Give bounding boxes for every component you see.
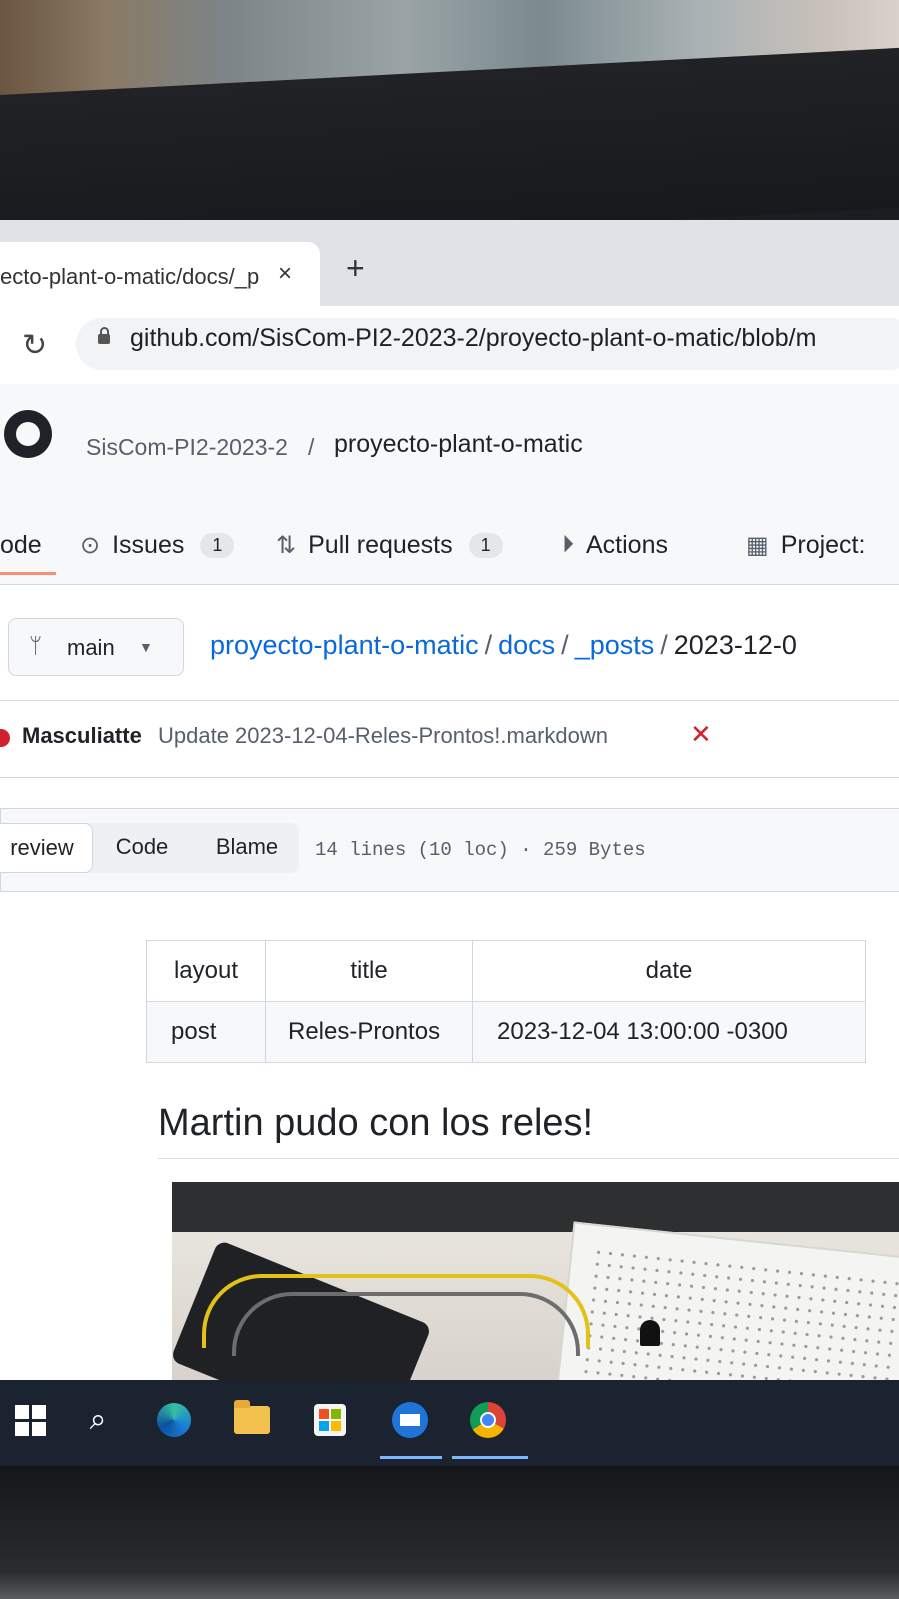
issues-counter: 1 bbox=[200, 532, 235, 558]
chrome-icon[interactable] bbox=[466, 1398, 510, 1442]
page-heading: Martin pudo con los reles! bbox=[158, 1102, 594, 1144]
tab-code-view[interactable]: Code bbox=[97, 823, 187, 871]
monitor-bezel-bottom bbox=[0, 1466, 899, 1599]
reload-icon[interactable]: ↻ bbox=[22, 328, 47, 363]
browser-tab[interactable]: ecto-plant-o-matic/docs/_p × bbox=[0, 242, 320, 306]
file-toolbar: review Code Blame 14 lines (10 loc) · 25… bbox=[0, 808, 899, 892]
tab-code-label: ode bbox=[0, 530, 42, 559]
repo-header: SisCom-PI2-2023-2 / proyecto-plant-o-mat… bbox=[0, 384, 899, 585]
tab-actions[interactable]: ⏵ Actions bbox=[562, 522, 668, 568]
git-branch-icon: ᛘ bbox=[29, 633, 43, 658]
repo-separator: / bbox=[308, 434, 315, 460]
table-icon: ▦ bbox=[746, 531, 769, 559]
front-matter-table: layout title date post Reles-Prontos 202… bbox=[146, 940, 866, 1063]
tab-preview[interactable]: review bbox=[0, 823, 93, 873]
store-icon[interactable] bbox=[308, 1398, 352, 1442]
table-header: date bbox=[472, 940, 866, 1002]
browser-window: ecto-plant-o-matic/docs/_p × + ↻ github.… bbox=[0, 220, 899, 1460]
photo-wire-grey bbox=[232, 1292, 580, 1356]
issue-opened-icon: ⊙ bbox=[80, 531, 101, 559]
tab-close-icon[interactable]: × bbox=[278, 260, 292, 288]
github-logo-icon[interactable] bbox=[4, 410, 52, 458]
tab-preview-label: review bbox=[10, 835, 74, 860]
branch-name: main bbox=[67, 635, 115, 660]
repo-name-link[interactable]: proyecto-plant-o-matic bbox=[334, 430, 583, 459]
breadcrumb-sep: / bbox=[484, 630, 493, 660]
chrome-active-indicator bbox=[452, 1456, 528, 1459]
tab-pulls-label: Pull requests bbox=[308, 530, 453, 559]
tab-pull-requests[interactable]: ⇅ Pull requests 1 bbox=[276, 522, 503, 568]
photo-transistor bbox=[640, 1320, 660, 1346]
table-cell: Reles-Prontos bbox=[265, 1001, 473, 1063]
file-info: 14 lines (10 loc) · 259 Bytes bbox=[315, 839, 646, 861]
tab-code-view-label: Code bbox=[115, 834, 169, 859]
breadcrumb-file: 2023-12-0 bbox=[673, 630, 797, 660]
tab-blame[interactable]: Blame bbox=[197, 823, 297, 871]
breadcrumb-docs[interactable]: docs bbox=[498, 630, 555, 660]
tab-strip: ecto-plant-o-matic/docs/_p × + bbox=[0, 220, 899, 306]
latest-commit-bar: Masculiatte Update 2023-12-04-Reles-Pron… bbox=[0, 700, 899, 778]
table-row: post Reles-Prontos 2023-12-04 13:00:00 -… bbox=[146, 1001, 866, 1063]
repo-nav: ode ⊙ Issues 1 ⇅ Pull requests 1 ⏵ Actio… bbox=[0, 522, 899, 572]
active-tab-underline bbox=[0, 572, 56, 575]
breadcrumb-posts[interactable]: _posts bbox=[575, 630, 655, 660]
branch-selector[interactable]: ᛘ main ▼ bbox=[8, 618, 184, 676]
chevron-down-icon: ▼ bbox=[139, 639, 153, 655]
edge-browser-icon[interactable] bbox=[152, 1398, 196, 1442]
repo-owner-link[interactable]: SisCom-PI2-2023-2 bbox=[86, 434, 288, 461]
mail-active-indicator bbox=[380, 1456, 442, 1459]
tab-code[interactable]: ode bbox=[0, 522, 42, 568]
git-pull-request-icon: ⇅ bbox=[276, 531, 297, 559]
avatar[interactable] bbox=[0, 729, 10, 747]
table-header: layout bbox=[146, 940, 266, 1002]
check-failed-icon[interactable]: ✕ bbox=[690, 719, 712, 750]
new-tab-button[interactable]: + bbox=[346, 250, 365, 287]
table-header-row: layout title date bbox=[146, 940, 866, 1002]
tab-actions-label: Actions bbox=[586, 530, 668, 559]
tab-blame-label: Blame bbox=[215, 834, 279, 859]
breadcrumb-sep: / bbox=[660, 630, 668, 660]
tab-title: ecto-plant-o-matic/docs/_p bbox=[0, 264, 260, 289]
lock-icon[interactable] bbox=[98, 327, 110, 344]
table-cell: 2023-12-04 13:00:00 -0300 bbox=[472, 1001, 866, 1063]
breadcrumb: proyecto-plant-o-matic / docs / _posts/2023-… bbox=[210, 630, 797, 661]
tab-issues-label: Issues bbox=[112, 530, 185, 559]
play-icon: ⏵ bbox=[562, 531, 574, 558]
tab-projects[interactable]: ▦ Project: bbox=[746, 522, 865, 568]
file-explorer-icon[interactable] bbox=[230, 1398, 274, 1442]
breadcrumb-repo[interactable]: proyecto-plant-o-matic bbox=[210, 630, 479, 660]
search-icon[interactable]: ⌕ bbox=[76, 1398, 120, 1442]
pulls-counter: 1 bbox=[468, 532, 503, 558]
commit-message[interactable]: Update 2023-12-04-Reles-Prontos!.markdow… bbox=[158, 723, 608, 749]
address-bar-row: ↻ github.com/SisCom-PI2-2023-2/proyecto-… bbox=[0, 306, 899, 385]
heading-divider bbox=[158, 1158, 899, 1159]
windows-taskbar: ⌕ bbox=[0, 1380, 899, 1466]
windows-start-icon[interactable] bbox=[8, 1398, 52, 1442]
tab-projects-label: Project: bbox=[780, 530, 866, 559]
tab-issues[interactable]: ⊙ Issues 1 bbox=[80, 522, 235, 568]
table-header: title bbox=[265, 940, 473, 1002]
table-cell: post bbox=[146, 1001, 266, 1063]
mail-icon[interactable] bbox=[388, 1398, 432, 1442]
commit-author[interactable]: Masculiatte bbox=[22, 723, 142, 749]
url-text[interactable]: github.com/SisCom-PI2-2023-2/proyecto-pl… bbox=[130, 324, 816, 353]
breadcrumb-sep: / bbox=[561, 630, 569, 660]
